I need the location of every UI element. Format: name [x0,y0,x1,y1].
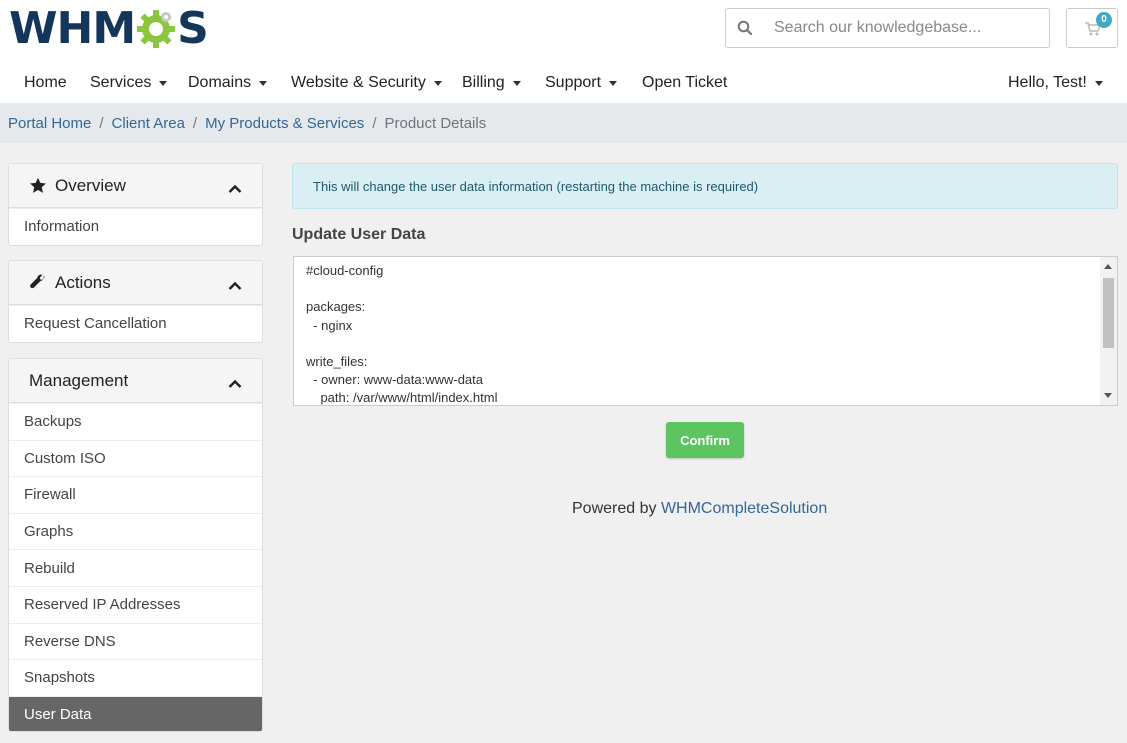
nav-home-label: Home [24,74,67,91]
management-title: Management [29,370,129,390]
breadcrumb: Portal Home / Client Area / My Products … [0,103,1127,143]
whmcs-logo[interactable]: WHM S [9,3,209,54]
caret-down-icon [512,80,521,86]
breadcrumb-my-products[interactable]: My Products & Services [205,115,364,132]
actions-panel-header[interactable]: Actions [9,261,262,305]
scroll-up-arrow-icon[interactable] [1104,264,1112,269]
section-title: Update User Data [292,226,426,243]
knowledgebase-search [725,8,1050,48]
cart-count-badge: 0 [1096,12,1112,28]
whmcs-link[interactable]: WHMCompleteSolution [661,500,827,517]
nav-open-ticket-label: Open Ticket [642,74,728,91]
nav-services[interactable]: Services [90,74,168,92]
sidebar-item-information[interactable]: Information [9,208,262,245]
overview-panel: Overview Information [8,163,263,246]
breadcrumb-separator: / [192,114,198,132]
wrench-icon [29,274,47,292]
sidebar-item-reverse-dns[interactable]: Reverse DNS [9,622,262,660]
search-icon[interactable] [726,9,764,47]
sidebar-item-label: Reserved IP Addresses [24,596,181,614]
sidebar-item-custom-iso[interactable]: Custom ISO [9,439,262,477]
actions-panel: Actions Request Cancellation [8,260,263,343]
logo-text-left: WHM [9,3,136,54]
caret-down-icon [609,80,618,86]
sidebar-item-label: Request Cancellation [24,315,167,333]
powered-by: Powered by WHMCompleteSolution [572,500,827,518]
caret-down-icon [159,80,168,86]
actions-title: Actions [55,272,111,292]
nav-domains[interactable]: Domains [188,74,268,92]
nav-billing-label: Billing [462,74,505,91]
sidebar-item-label: Reverse DNS [24,632,116,650]
chevron-up-icon[interactable] [228,179,242,199]
management-panel: Management Backups Custom ISO Firewall G… [8,358,263,732]
overview-panel-header[interactable]: Overview [9,164,262,208]
gear-logo-icon [136,9,176,49]
sidebar-item-rebuild[interactable]: Rebuild [9,549,262,586]
sidebar-item-user-data[interactable]: User Data [9,695,262,731]
caret-down-icon [259,80,268,86]
breadcrumb-current: Product Details [384,114,487,132]
site-header: WHM S Search our knowledgebase... 0 Home… [0,0,1127,103]
nav-open-ticket[interactable]: Open Ticket [642,74,727,92]
scroll-down-arrow-icon[interactable] [1104,393,1112,398]
sidebar-item-label: Snapshots [24,669,95,687]
nav-services-label: Services [90,74,152,91]
nav-billing[interactable]: Billing [462,74,521,92]
chevron-up-icon[interactable] [228,374,242,394]
sidebar-item-label: User Data [24,706,92,724]
caret-down-icon [1094,80,1103,86]
management-panel-header[interactable]: Management [9,359,262,403]
sidebar-item-label: Firewall [24,486,76,504]
breadcrumb-client-area[interactable]: Client Area [112,115,185,132]
breadcrumb-portal-home[interactable]: Portal Home [8,115,91,132]
textarea-scrollbar[interactable] [1100,257,1117,405]
sidebar-item-graphs[interactable]: Graphs [9,512,262,550]
user-data-textarea[interactable]: #cloud-config packages: - nginx write_fi… [293,256,1118,406]
breadcrumb-separator: / [372,114,377,132]
nav-website-security-label: Website & Security [291,74,426,91]
logo-text-right: S [177,3,209,54]
nav-domains-label: Domains [188,74,252,91]
nav-support[interactable]: Support [545,74,618,92]
caret-down-icon [433,80,442,86]
sidebar-item-reserved-ip[interactable]: Reserved IP Addresses [9,585,262,623]
nav-home[interactable]: Home [24,74,67,92]
main-nav: Home Services Domains Website & Security… [0,64,1127,103]
sidebar-item-label: Rebuild [24,559,75,577]
sidebar-item-label: Custom ISO [24,449,106,467]
sidebar-item-label: Backups [24,413,82,431]
scroll-thumb[interactable] [1103,278,1114,348]
confirm-button[interactable]: Confirm [666,422,744,458]
sidebar-item-firewall[interactable]: Firewall [9,476,262,513]
chevron-up-icon[interactable] [228,276,242,296]
sidebar-item-backups[interactable]: Backups [9,403,262,440]
powered-by-prefix: Powered by [572,500,661,517]
sidebar-item-request-cancellation[interactable]: Request Cancellation [9,305,262,342]
cart-button[interactable]: 0 [1066,8,1118,48]
search-input[interactable] [764,10,1034,46]
info-alert: This will change the user data informati… [292,163,1118,209]
user-data-content[interactable]: #cloud-config packages: - nginx write_fi… [294,257,1117,405]
nav-website-security[interactable]: Website & Security [291,74,442,92]
nav-user-menu[interactable]: Hello, Test! [1008,74,1103,92]
overview-title: Overview [55,175,126,195]
nav-support-label: Support [545,74,602,91]
breadcrumb-separator: / [99,114,104,132]
alert-text: This will change the user data informati… [313,178,759,194]
sidebar-item-label: Information [24,218,100,236]
sidebar-item-label: Graphs [24,523,74,541]
sidebar-item-snapshots[interactable]: Snapshots [9,659,262,696]
user-greeting: Hello, Test! [1008,74,1087,91]
star-icon [29,177,47,194]
